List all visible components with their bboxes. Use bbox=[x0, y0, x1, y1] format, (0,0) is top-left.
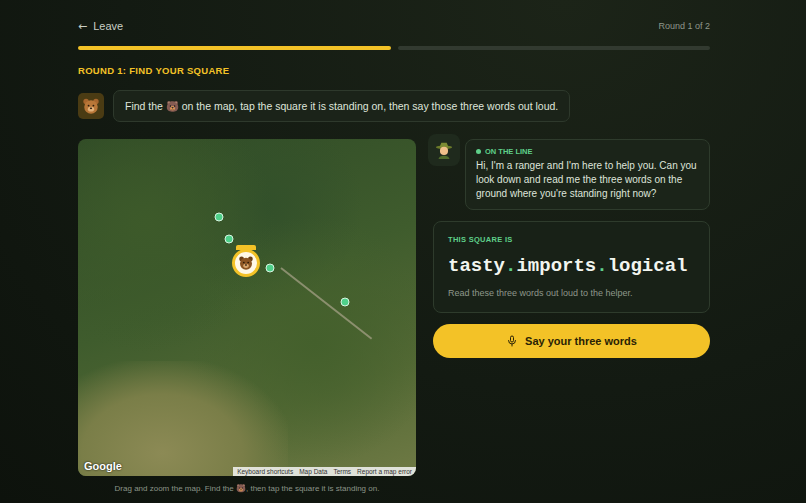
satellite-map[interactable]: Google Keyboard shortcuts Map Data Terms Rep… bbox=[78, 139, 416, 476]
meadow-patch bbox=[78, 361, 288, 476]
road-line bbox=[280, 267, 372, 339]
leave-button[interactable]: ← Leave bbox=[78, 20, 123, 33]
square-hint: Read these three words out loud to the h… bbox=[448, 288, 695, 298]
say-words-button[interactable]: Say your three words bbox=[433, 324, 710, 358]
helper-message: Hi, I'm a ranger and I'm here to help yo… bbox=[476, 159, 699, 201]
instruction-row: Find the 🐻 on the map, tap the square it… bbox=[78, 90, 710, 122]
round-title: ROUND 1: FIND YOUR SQUARE bbox=[78, 65, 710, 76]
map-attribution: Keyboard shortcuts Map Data Terms Report a … bbox=[233, 467, 416, 476]
square-label: THIS SQUARE IS bbox=[448, 235, 695, 244]
bear-icon bbox=[232, 249, 260, 277]
waypoint-marker[interactable] bbox=[225, 235, 234, 244]
waypoint-marker[interactable] bbox=[265, 264, 274, 273]
attribution-link[interactable]: Map Data bbox=[299, 468, 327, 475]
helper-bubble: ON THE LINE Hi, I'm a ranger and I'm here… bbox=[465, 139, 710, 210]
word: logical bbox=[608, 255, 688, 277]
attribution-link[interactable]: Keyboard shortcuts bbox=[237, 468, 293, 475]
leave-label: Leave bbox=[93, 20, 123, 32]
attribution-link[interactable]: Terms bbox=[333, 468, 351, 475]
back-arrow-icon: ← bbox=[78, 20, 87, 33]
round-counter: Round 1 of 2 bbox=[658, 21, 710, 31]
word: tasty bbox=[448, 255, 505, 277]
call-status: ON THE LINE bbox=[476, 147, 699, 156]
bear-avatar-icon bbox=[78, 93, 104, 119]
live-dot-icon bbox=[476, 149, 481, 154]
word: imports bbox=[516, 255, 596, 277]
main-area: Google Keyboard shortcuts Map Data Terms Rep… bbox=[78, 139, 710, 493]
bear-marker[interactable] bbox=[232, 245, 260, 277]
progress-segment bbox=[398, 46, 711, 50]
attribution-link[interactable]: Report a map error bbox=[357, 468, 412, 475]
waypoint-marker[interactable] bbox=[214, 212, 223, 221]
waypoint-marker[interactable] bbox=[341, 298, 350, 307]
word-separator: . bbox=[505, 255, 516, 277]
microphone-icon bbox=[506, 335, 518, 347]
top-bar: ← Leave Round 1 of 2 bbox=[78, 18, 710, 34]
map-column: Google Keyboard shortcuts Map Data Terms Rep… bbox=[78, 139, 416, 493]
progress-bar bbox=[78, 46, 710, 50]
google-logo: Google bbox=[84, 460, 122, 472]
ranger-avatar-icon bbox=[428, 134, 460, 166]
word-separator: . bbox=[596, 255, 607, 277]
game-page: ← Leave Round 1 of 2 ROUND 1: FIND YOUR SQU… bbox=[0, 0, 806, 503]
helper-row: ON THE LINE Hi, I'm a ranger and I'm here… bbox=[428, 134, 710, 210]
instruction-bubble: Find the 🐻 on the map, tap the square it… bbox=[113, 90, 570, 122]
map-caption: Drag and zoom the map. Find the 🐻, then … bbox=[115, 484, 380, 493]
progress-segment bbox=[78, 46, 391, 50]
square-card: THIS SQUARE IStasty.imports.logicalRead … bbox=[433, 221, 710, 313]
helper-column: ON THE LINE Hi, I'm a ranger and I'm here… bbox=[428, 139, 710, 493]
three-words: tasty.imports.logical bbox=[448, 255, 695, 277]
